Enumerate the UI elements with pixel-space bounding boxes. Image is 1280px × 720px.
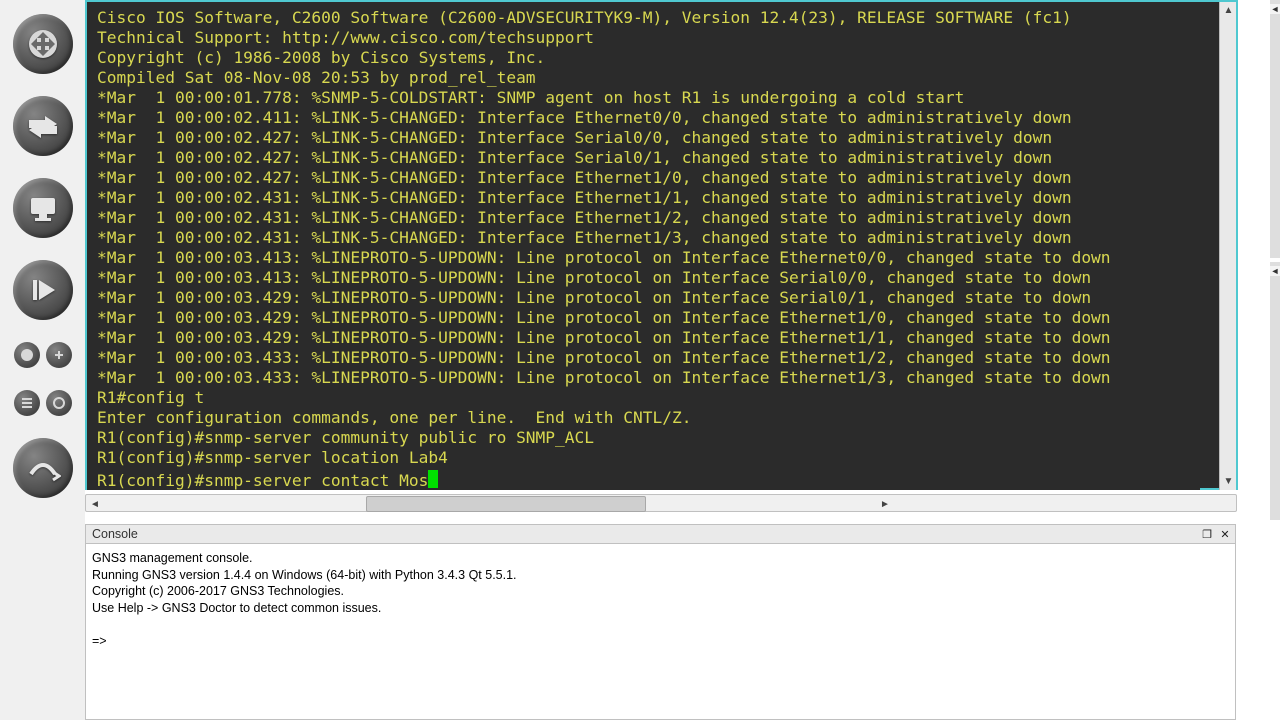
switch-icon[interactable] [13, 96, 73, 156]
cable-icon[interactable] [13, 438, 73, 498]
scroll-up-icon[interactable]: ▲ [1220, 2, 1237, 19]
scroll-down-icon[interactable]: ▼ [1220, 473, 1237, 490]
terminal-line: *Mar 1 00:00:02.427: %LINK-5-CHANGED: In… [97, 128, 1198, 148]
terminal-horizontal-scrollbar[interactable]: ◄ ► [85, 494, 1237, 512]
scroll-right-icon[interactable]: ► [876, 495, 894, 513]
terminal-line: *Mar 1 00:00:03.429: %LINEPROTO-5-UPDOWN… [97, 308, 1198, 328]
terminal-line: *Mar 1 00:00:03.433: %LINEPROTO-5-UPDOWN… [97, 348, 1198, 368]
terminal-cursor [428, 470, 438, 488]
dock-tab-bottom[interactable] [1269, 262, 1280, 520]
router-icon[interactable] [13, 14, 73, 74]
close-icon[interactable]: ✕ [1217, 526, 1233, 542]
terminal-line: *Mar 1 00:00:03.429: %LINEPROTO-5-UPDOWN… [97, 328, 1198, 348]
terminal-line: Enter configuration commands, one per li… [97, 408, 1198, 428]
terminal-line: *Mar 1 00:00:03.433: %LINEPROTO-5-UPDOWN… [97, 368, 1198, 388]
terminal-line: R1(config)#snmp-server community public … [97, 428, 1198, 448]
scrollbar-thumb[interactable] [366, 496, 646, 512]
terminal-output[interactable]: Cisco IOS Software, C2600 Software (C260… [87, 2, 1200, 490]
right-dock: ◄ ◄ [1242, 0, 1280, 520]
terminal-line: Compiled Sat 08-Nov-08 20:53 by prod_rel… [97, 68, 1198, 88]
console-line: GNS3 management console. [92, 550, 1229, 567]
terminal-line: R1(config)#snmp-server location Lab4 [97, 448, 1198, 468]
scroll-left-icon[interactable]: ◄ [86, 495, 104, 513]
console-title: Console [92, 527, 138, 541]
terminal-line: Copyright (c) 1986-2008 by Cisco Systems… [97, 48, 1198, 68]
security-icon[interactable] [13, 260, 73, 320]
console-terminal-window: Cisco IOS Software, C2600 Software (C260… [85, 0, 1238, 490]
terminal-input-line[interactable]: R1(config)#snmp-server contact Mos [97, 468, 1198, 490]
device-toolbar [0, 0, 85, 720]
console-line [92, 616, 1229, 633]
undock-icon[interactable]: ❐ [1199, 526, 1215, 542]
terminal-line: *Mar 1 00:00:02.431: %LINK-5-CHANGED: In… [97, 228, 1198, 248]
link-tools-icon[interactable] [14, 390, 72, 416]
terminal-line: *Mar 1 00:00:03.413: %LINEPROTO-5-UPDOWN… [97, 248, 1198, 268]
terminal-vertical-scrollbar[interactable]: ▲ ▼ [1219, 2, 1236, 490]
terminal-line: *Mar 1 00:00:01.778: %SNMP-5-COLDSTART: … [97, 88, 1198, 108]
terminal-line: *Mar 1 00:00:03.413: %LINEPROTO-5-UPDOWN… [97, 268, 1198, 288]
terminal-line: *Mar 1 00:00:02.411: %LINK-5-CHANGED: In… [97, 108, 1198, 128]
console-panel-header: Console ❐ ✕ [85, 524, 1236, 544]
host-icon[interactable] [13, 178, 73, 238]
terminal-line: Technical Support: http://www.cisco.com/… [97, 28, 1198, 48]
terminal-line: *Mar 1 00:00:02.431: %LINK-5-CHANGED: In… [97, 188, 1198, 208]
dock-expand-icon[interactable]: ◄ [1270, 4, 1280, 14]
terminal-line: *Mar 1 00:00:03.429: %LINEPROTO-5-UPDOWN… [97, 288, 1198, 308]
dock-expand-icon-2[interactable]: ◄ [1270, 266, 1280, 276]
terminal-line: Cisco IOS Software, C2600 Software (C260… [97, 8, 1198, 28]
console-line: Copyright (c) 2006-2017 GNS3 Technologie… [92, 583, 1229, 600]
terminal-line: *Mar 1 00:00:02.427: %LINK-5-CHANGED: In… [97, 168, 1198, 188]
all-devices-icon[interactable] [14, 342, 72, 368]
console-line: => [92, 633, 1229, 650]
terminal-line: *Mar 1 00:00:02.431: %LINK-5-CHANGED: In… [97, 208, 1198, 228]
console-line: Running GNS3 version 1.4.4 on Windows (6… [92, 567, 1229, 584]
terminal-line: *Mar 1 00:00:02.427: %LINK-5-CHANGED: In… [97, 148, 1198, 168]
console-line: Use Help -> GNS3 Doctor to detect common… [92, 600, 1229, 617]
console-output[interactable]: GNS3 management console.Running GNS3 ver… [85, 544, 1236, 720]
terminal-line: R1#config t [97, 388, 1198, 408]
dock-tab-top[interactable] [1269, 0, 1280, 258]
